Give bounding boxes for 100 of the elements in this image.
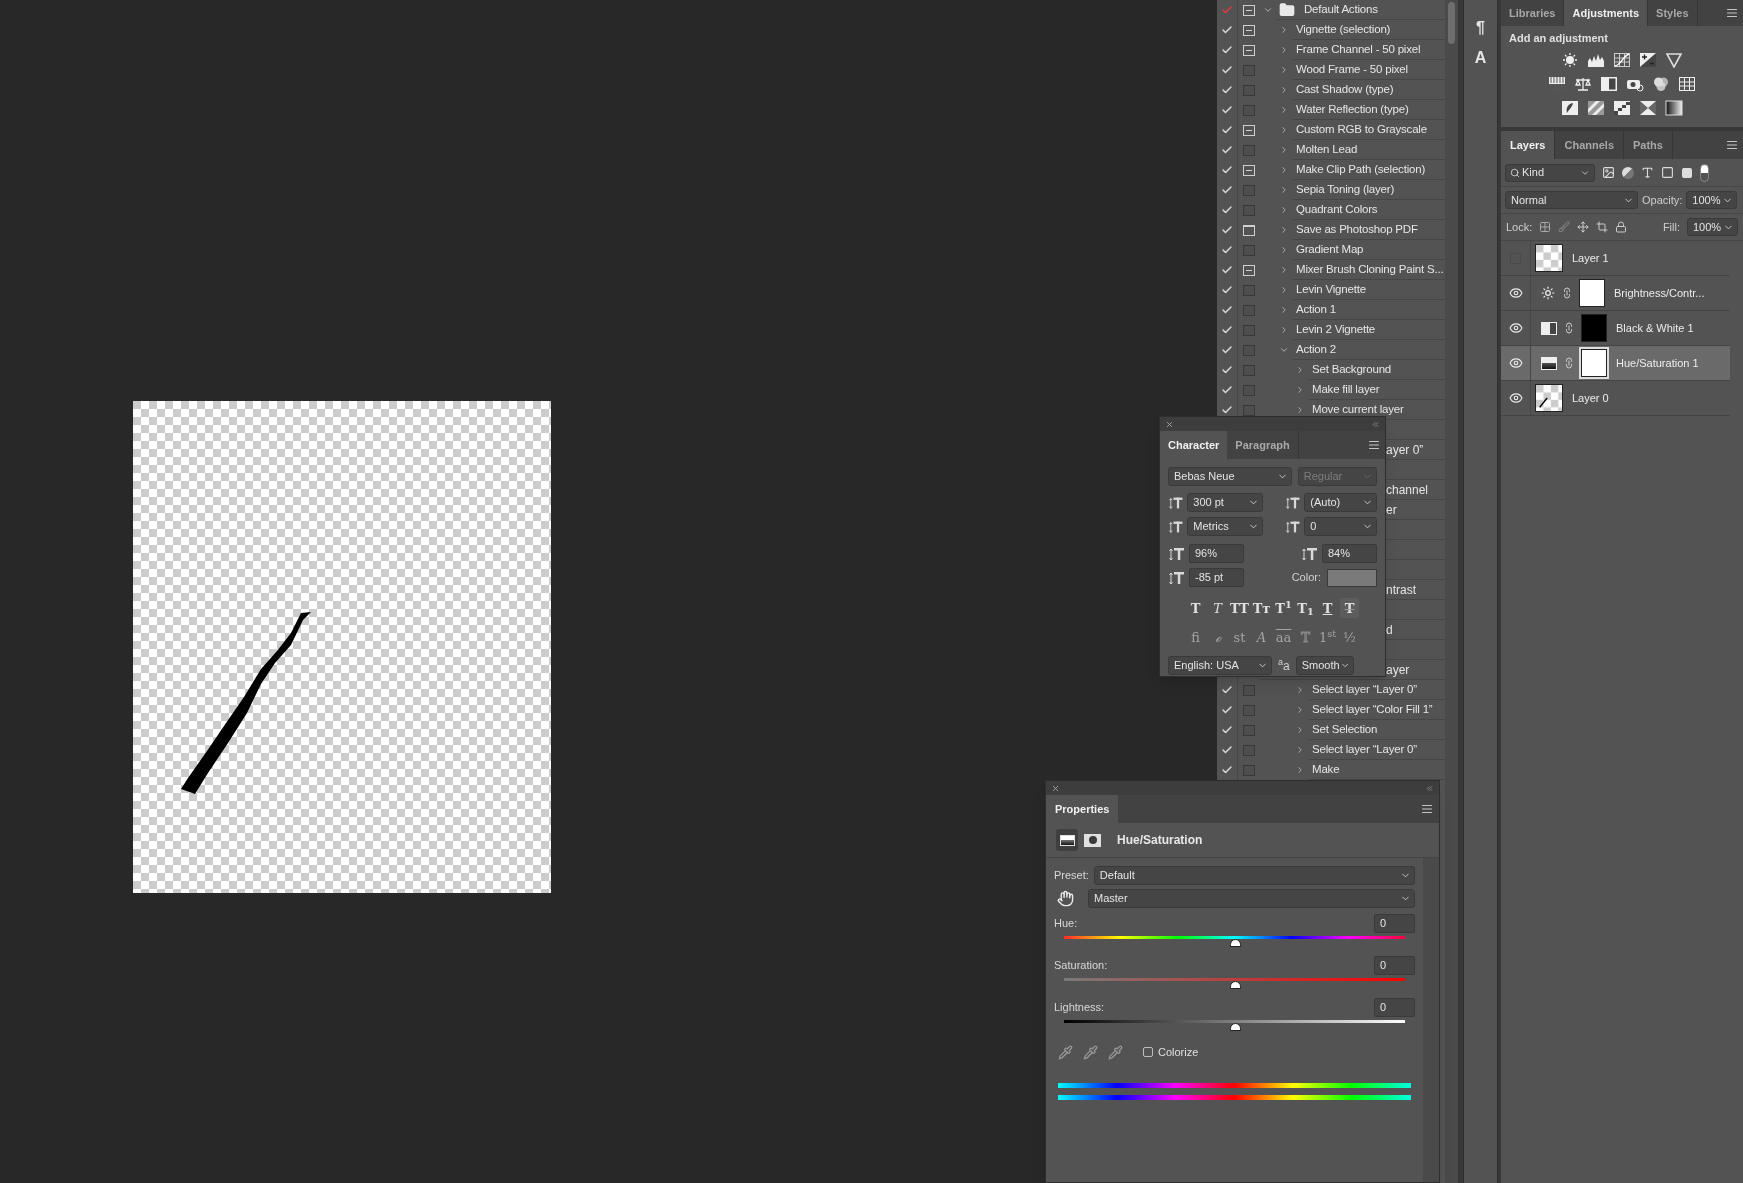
add-eyedropper-icon[interactable] — [1083, 1044, 1098, 1060]
expand-chevron-icon[interactable] — [1279, 85, 1289, 95]
action-label[interactable]: Make Clip Path (selection) — [1293, 160, 1426, 179]
action-set-label[interactable]: Default Actions — [1301, 0, 1378, 19]
layer-row[interactable]: Layer 1 — [1501, 241, 1730, 276]
lock-position-icon[interactable] — [1577, 221, 1590, 233]
dialog-toggle[interactable] — [1243, 724, 1255, 736]
action-step-label[interactable]: Make fill layer — [1309, 380, 1380, 399]
dialog-toggle[interactable] — [1243, 104, 1255, 116]
link-icon[interactable] — [1561, 287, 1573, 299]
filter-toggle[interactable] — [1700, 163, 1709, 182]
action-label[interactable]: Molten Lead — [1293, 140, 1358, 159]
blend-mode-dropdown[interactable]: Normal — [1505, 191, 1638, 209]
expand-chevron-icon[interactable] — [1279, 45, 1289, 55]
panel-tab[interactable]: Properties — [1046, 795, 1119, 823]
dialog-toggle[interactable] — [1243, 744, 1255, 756]
lock-all-icon[interactable] — [1615, 221, 1628, 233]
check-icon[interactable] — [1221, 224, 1233, 236]
dialog-toggle[interactable] — [1243, 384, 1255, 396]
channel-dropdown[interactable]: Master — [1088, 889, 1415, 908]
visibility-eye-icon[interactable] — [1508, 391, 1523, 405]
panel-tab[interactable]: Paragraph — [1227, 431, 1299, 459]
hand-icon[interactable] — [1057, 890, 1074, 907]
check-icon[interactable] — [1221, 264, 1233, 276]
antialias-dropdown[interactable]: Smooth — [1295, 656, 1354, 675]
expand-chevron-icon[interactable] — [1279, 25, 1289, 35]
menu-icon[interactable] — [1421, 803, 1433, 815]
action-label[interactable]: Gradient Map — [1293, 240, 1364, 259]
dialog-toggle[interactable] — [1243, 704, 1255, 716]
subtract-eyedropper-icon[interactable] — [1108, 1044, 1123, 1060]
dialog-toggle[interactable] — [1243, 84, 1255, 96]
check-icon[interactable] — [1221, 704, 1233, 716]
panel-tool-button[interactable]: ¶ — [1468, 16, 1493, 38]
slider-value-field[interactable]: 0 — [1374, 914, 1415, 933]
action-label[interactable]: Vignette (selection) — [1293, 20, 1391, 39]
kerning-dropdown[interactable]: Metrics — [1187, 517, 1263, 536]
invert-icon[interactable] — [1561, 99, 1579, 116]
smart-object-filter-icon[interactable] — [1681, 166, 1693, 179]
collapse-chevron-icon[interactable] — [1263, 5, 1273, 15]
type-style-button[interactable]: Tᴛ — [1252, 598, 1271, 618]
dialog-toggle[interactable] — [1243, 764, 1255, 776]
adjustment-tab-icon[interactable] — [1056, 829, 1078, 851]
panel-tab[interactable]: Channels — [1555, 131, 1624, 159]
half-filled-square-icon[interactable] — [1600, 75, 1618, 92]
check-icon[interactable] — [1221, 324, 1233, 336]
check-icon[interactable] — [1221, 24, 1233, 36]
check-icon[interactable] — [1221, 184, 1233, 196]
expand-chevron-icon[interactable] — [1295, 405, 1305, 415]
brightness-icon[interactable] — [1561, 51, 1579, 68]
expand-chevron-icon[interactable] — [1279, 205, 1289, 215]
expand-chevron-icon[interactable] — [1295, 725, 1305, 735]
balance-icon[interactable] — [1574, 75, 1592, 92]
type-style-button[interactable]: TT — [1230, 598, 1249, 618]
horizontal-scale-field[interactable]: 84% — [1322, 544, 1377, 563]
type-style-button[interactable]: T — [1186, 598, 1205, 618]
lock-pixels-icon[interactable] — [1539, 221, 1552, 233]
dialog-toggle[interactable] — [1243, 304, 1255, 316]
action-label[interactable]: Sepia Toning (layer) — [1293, 180, 1395, 199]
action-label[interactable]: Frame Channel - 50 pixel — [1293, 40, 1421, 59]
pixel-filter-icon[interactable] — [1602, 166, 1615, 179]
check-icon[interactable] — [1221, 124, 1233, 136]
slider-thumb[interactable] — [1229, 939, 1241, 947]
check-icon[interactable] — [1221, 64, 1233, 76]
expand-chevron-icon[interactable] — [1279, 225, 1289, 235]
action-label[interactable]: Wood Frame - 50 pixel — [1293, 60, 1408, 79]
slider-value-field[interactable]: 0 — [1374, 956, 1415, 975]
expand-chevron-icon[interactable] — [1295, 765, 1305, 775]
opacity-dropdown[interactable]: 100% — [1686, 191, 1738, 209]
check-icon[interactable] — [1221, 4, 1233, 16]
expand-chevron-icon[interactable] — [1279, 105, 1289, 115]
dialog-toggle[interactable] — [1243, 324, 1255, 336]
check-icon[interactable] — [1221, 724, 1233, 736]
check-icon[interactable] — [1221, 204, 1233, 216]
slider-thumb[interactable] — [1229, 981, 1241, 989]
action-label[interactable]: Levin Vignette — [1293, 280, 1366, 299]
vertical-scale-field[interactable]: 96% — [1189, 544, 1244, 563]
dialog-toggle[interactable] — [1243, 684, 1255, 696]
expand-chevron-icon[interactable] — [1279, 245, 1289, 255]
check-icon[interactable] — [1221, 344, 1233, 356]
dialog-toggle[interactable] — [1243, 204, 1255, 216]
grid-icon[interactable] — [1678, 75, 1696, 92]
expand-chevron-icon[interactable] — [1279, 145, 1289, 155]
menu-icon[interactable] — [1726, 7, 1738, 19]
expand-chevron-icon[interactable] — [1279, 125, 1289, 135]
expand-chevron-icon[interactable] — [1279, 65, 1289, 75]
expand-chevron-icon[interactable] — [1279, 305, 1289, 315]
dialog-toggle[interactable] — [1243, 404, 1255, 416]
action-label[interactable]: Cast Shadow (type) — [1293, 80, 1394, 99]
check-icon[interactable] — [1221, 744, 1233, 756]
panel-tab[interactable]: Adjustments — [1564, 0, 1649, 26]
visibility-eye-icon[interactable] — [1508, 286, 1523, 300]
dialog-toggle[interactable] — [1243, 364, 1255, 376]
lock-artboard-icon[interactable] — [1596, 221, 1609, 233]
check-icon[interactable] — [1221, 284, 1233, 296]
dialog-toggle[interactable] — [1243, 344, 1255, 356]
expand-chevron-icon[interactable] — [1295, 685, 1305, 695]
expand-chevron-icon[interactable] — [1279, 165, 1289, 175]
menu-icon[interactable] — [1726, 139, 1738, 151]
dialog-toggle[interactable] — [1243, 144, 1255, 156]
type-style-button[interactable]: T — [1318, 598, 1337, 618]
